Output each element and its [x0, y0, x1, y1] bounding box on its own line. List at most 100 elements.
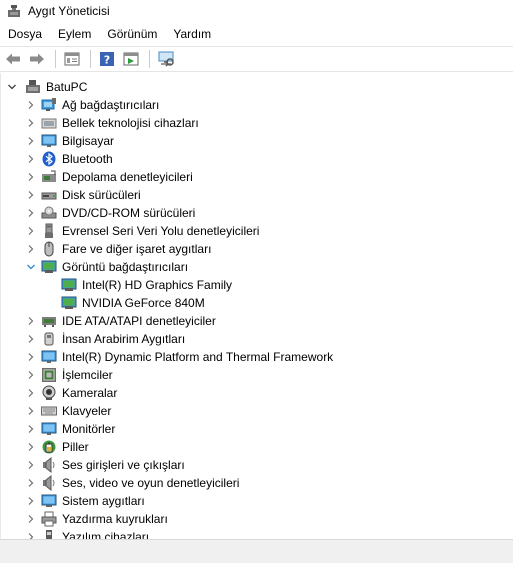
chevron-right-icon[interactable] [24, 510, 38, 528]
tree-category-label: Piller [62, 440, 89, 454]
tree-category-label: Kameralar [62, 386, 118, 400]
dvd-drive-icon [41, 205, 57, 221]
tree-category-fare-ve-diger-isaret-aygitlari[interactable]: Fare ve diğer işaret aygıtları [24, 240, 211, 258]
tree-category-depolama-denetleyicileri[interactable]: Depolama denetleyicileri [24, 168, 193, 186]
tree-category-label: DVD/CD-ROM sürücüleri [62, 206, 196, 220]
menu-yardim[interactable]: Yardım [165, 24, 219, 44]
tree-category-label: IDE ATA/ATAPI denetleyiciler [62, 314, 216, 328]
forward-arrow-icon[interactable] [26, 48, 48, 70]
tree-category-label: Bluetooth [62, 152, 113, 166]
tree-category-monitorler[interactable]: Monitörler [24, 420, 115, 438]
tree-category-klavyeler[interactable]: Klavyeler [24, 402, 111, 420]
back-arrow-icon[interactable] [2, 48, 24, 70]
mouse-icon [41, 241, 57, 257]
chevron-down-icon[interactable] [5, 78, 19, 96]
tree-category-intel-r-dynamic-platform-and-thermal-framework[interactable]: Intel(R) Dynamic Platform and Thermal Fr… [24, 348, 333, 366]
disk-drive-icon [41, 187, 57, 203]
tree-category-islemciler[interactable]: İşlemciler [24, 366, 113, 384]
display-adapter-icon [61, 295, 77, 311]
tree-category-bilgisayar[interactable]: Bilgisayar [24, 132, 114, 150]
chevron-right-icon[interactable] [24, 168, 38, 186]
tree-category-label: Sistem aygıtları [62, 494, 145, 508]
tree-category-bellek-teknolojisi-cihazlari[interactable]: Bellek teknolojisi cihazları [24, 114, 199, 132]
tree-category-piller[interactable]: Piller [24, 438, 89, 456]
hid-icon [41, 331, 57, 347]
tree-category-ses-girisleri-ve-cikislari[interactable]: Ses girişleri ve çıkışları [24, 456, 185, 474]
chevron-right-icon[interactable] [24, 150, 38, 168]
tree-category-label: Ses girişleri ve çıkışları [62, 458, 185, 472]
menu-gorunum[interactable]: Görünüm [99, 24, 165, 44]
tree-category-label: Klavyeler [62, 404, 112, 418]
tree-category-ide-ata-atapi-denetleyiciler[interactable]: IDE ATA/ATAPI denetleyiciler [24, 312, 216, 330]
speaker-icon [41, 457, 57, 473]
battery-icon [41, 439, 57, 455]
tree-category-goruntu-bagdastiricilari[interactable]: Görüntü bağdaştırıcıları [24, 258, 188, 276]
chevron-right-icon[interactable] [24, 132, 38, 150]
tree-category-label: Ses, video ve oyun denetleyicileri [62, 476, 240, 490]
chevron-right-icon[interactable] [24, 420, 38, 438]
title-bar: Aygıt Yöneticisi [0, 0, 513, 22]
tree-category-label: Görüntü bağdaştırıcıları [62, 260, 189, 274]
tree-category-label: İnsan Arabirim Aygıtları [62, 332, 186, 346]
menu-eylem[interactable]: Eylem [50, 24, 99, 44]
tree-category-ag-bagdastiricilari[interactable]: Ağ bağdaştırıcıları [24, 96, 159, 114]
tree-category-evrensel-seri-veri-yolu-denetleyicileri[interactable]: Evrensel Seri Veri Yolu denetleyicileri [24, 222, 259, 240]
chevron-right-icon[interactable] [24, 474, 38, 492]
chevron-right-icon[interactable] [24, 222, 38, 240]
printer-icon [41, 511, 57, 527]
tree-category-label: Bellek teknolojisi cihazları [62, 116, 199, 130]
tree-category-yazilim-cihazlari[interactable]: Yazılım cihazları [24, 528, 149, 539]
tree-category-disk-suruculeri[interactable]: Disk sürücüleri [24, 186, 141, 204]
menu-dosya[interactable]: Dosya [0, 24, 50, 44]
ide-controller-icon [41, 313, 57, 329]
chevron-right-icon[interactable] [24, 348, 38, 366]
properties-icon[interactable] [61, 48, 83, 70]
svg-text:?: ? [104, 54, 110, 67]
chevron-right-icon[interactable] [24, 492, 38, 510]
chevron-right-icon[interactable] [24, 456, 38, 474]
chevron-right-icon[interactable] [24, 114, 38, 132]
help-icon[interactable]: ? [96, 48, 118, 70]
tree-root[interactable]: BatuPC [5, 78, 87, 96]
chevron-right-icon[interactable] [24, 96, 38, 114]
device-manager-icon [6, 3, 22, 19]
tree-category-label: Yazdırma kuyrukları [62, 512, 168, 526]
tree-category-yazdirma-kuyruklari[interactable]: Yazdırma kuyrukları [24, 510, 168, 528]
chevron-right-icon[interactable] [24, 384, 38, 402]
tree-category-label: İşlemciler [62, 368, 113, 382]
tree-category-ses-video-ve-oyun-denetleyicileri[interactable]: Ses, video ve oyun denetleyicileri [24, 474, 239, 492]
toolbar-separator [90, 50, 91, 68]
update-driver-icon[interactable] [120, 48, 142, 70]
chevron-right-icon[interactable] [24, 438, 38, 456]
toolbar-separator [149, 50, 150, 68]
tree-device-nvidia-geforce-840m[interactable]: NVIDIA GeForce 840M [61, 294, 205, 312]
tree-device-intel-r-hd-graphics-family[interactable]: Intel(R) HD Graphics Family [61, 276, 232, 294]
chevron-right-icon[interactable] [24, 528, 38, 539]
chevron-right-icon[interactable] [24, 312, 38, 330]
status-bar [0, 539, 513, 563]
tree-category-insan-arabirim-aygitlari[interactable]: İnsan Arabirim Aygıtları [24, 330, 185, 348]
system-devices-icon [41, 493, 57, 509]
network-adapter-icon [41, 97, 57, 113]
chevron-right-icon[interactable] [24, 186, 38, 204]
chevron-down-icon[interactable] [24, 258, 38, 276]
tree-root-label: BatuPC [46, 80, 88, 94]
tree-category-bluetooth[interactable]: Bluetooth [24, 150, 113, 168]
scan-hardware-icon[interactable] [155, 48, 177, 70]
device-tree[interactable]: BatuPC Ağ bağdaştırıcıları Bellek teknolo… [0, 73, 513, 539]
tree-category-label: Bilgisayar [62, 134, 115, 148]
tree-category-label: Depolama denetleyicileri [62, 170, 193, 184]
tree-category-dvd-cd-rom-suruculeri[interactable]: DVD/CD-ROM sürücüleri [24, 204, 195, 222]
chevron-right-icon[interactable] [24, 240, 38, 258]
monitor-icon [41, 349, 57, 365]
chevron-right-icon[interactable] [24, 330, 38, 348]
display-adapter-icon [61, 277, 77, 293]
chevron-right-icon[interactable] [24, 366, 38, 384]
tree-category-sistem-aygitlari[interactable]: Sistem aygıtları [24, 492, 145, 510]
chevron-right-icon[interactable] [24, 402, 38, 420]
tree-category-label: Monitörler [62, 422, 116, 436]
chevron-right-icon[interactable] [24, 204, 38, 222]
computer-icon [25, 79, 41, 95]
tree-category-kameralar[interactable]: Kameralar [24, 384, 117, 402]
camera-icon [41, 385, 57, 401]
